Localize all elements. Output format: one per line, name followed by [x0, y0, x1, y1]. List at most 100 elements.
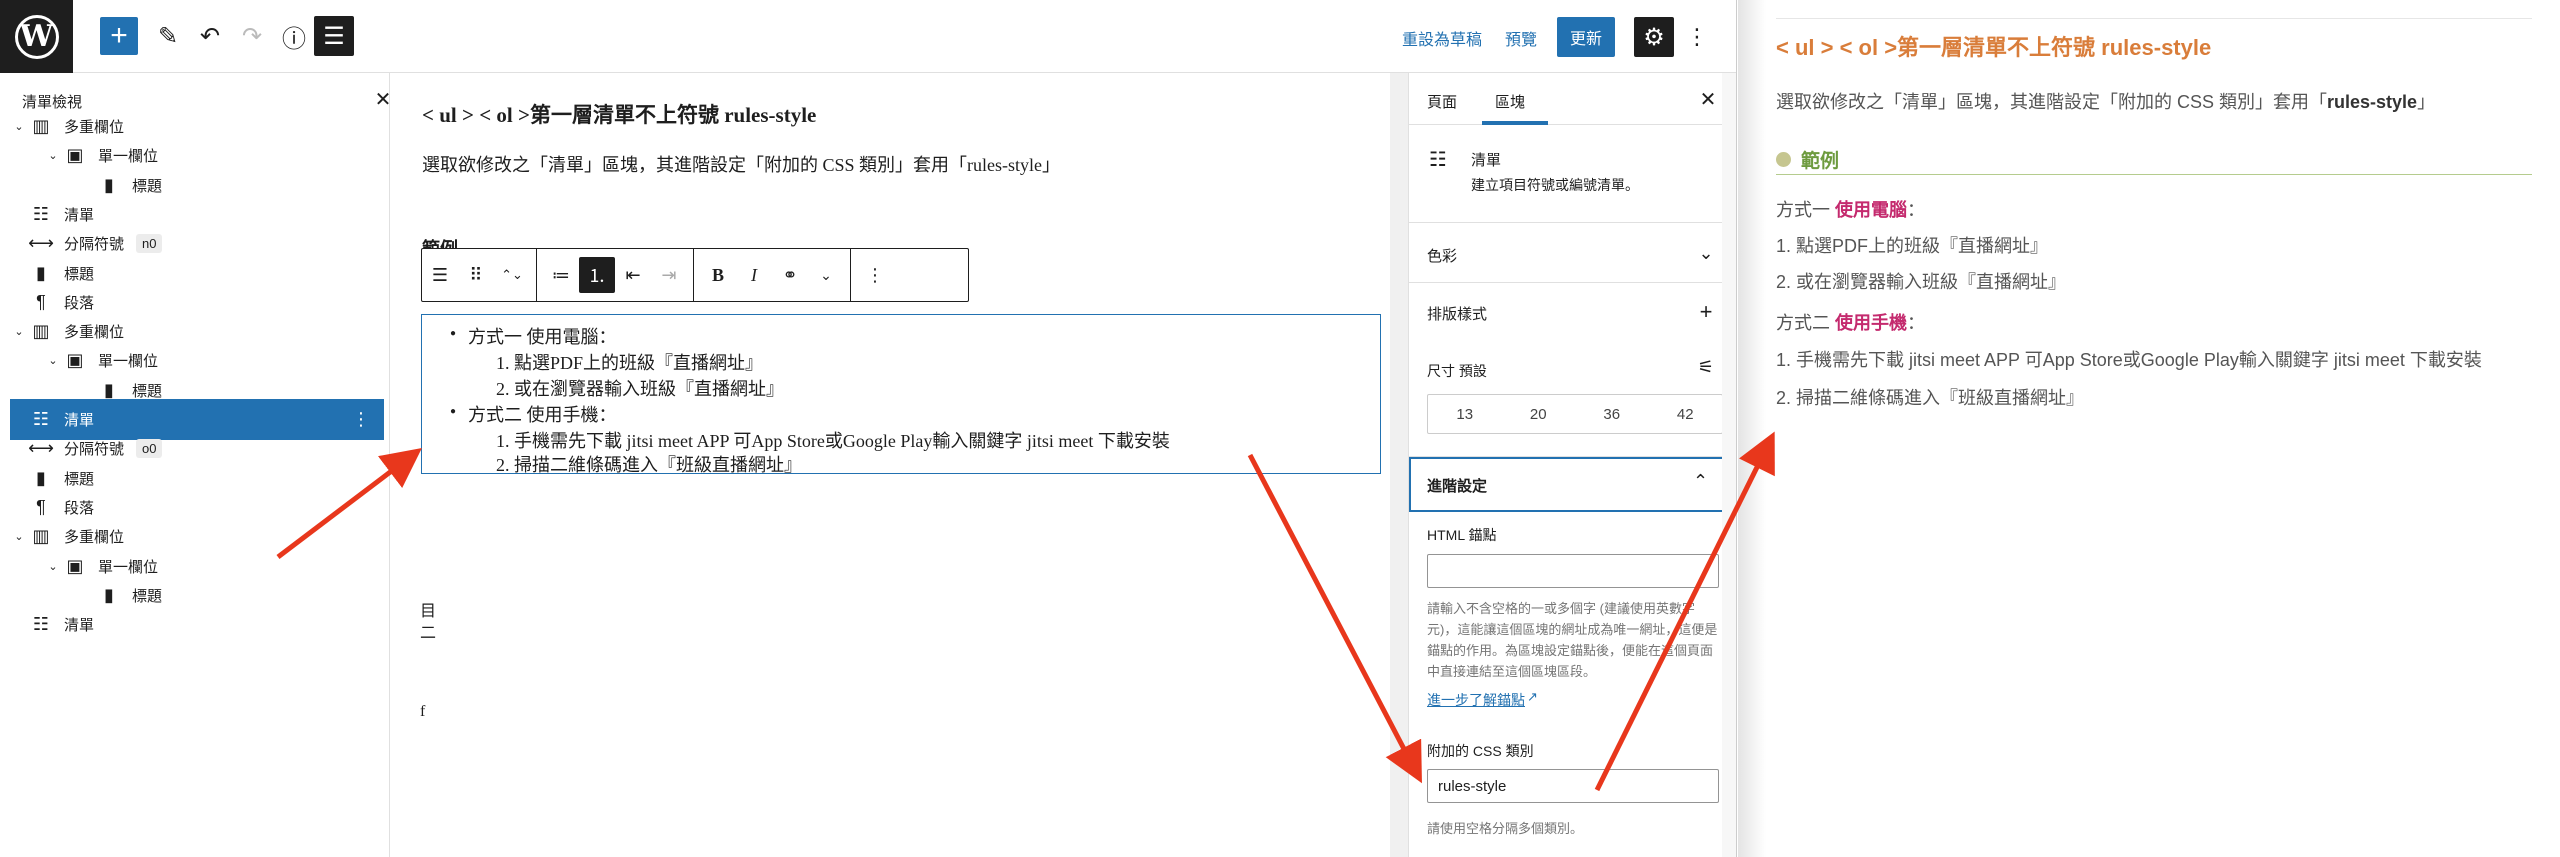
update-button[interactable]: 更新 — [1557, 17, 1615, 57]
list-text: 方式二 — [1776, 313, 1836, 333]
chevron-down-icon[interactable]: ⌄ — [1693, 243, 1719, 264]
paragraph-block[interactable]: 選取欲修改之「清單」區塊，其進階設定「附加的 CSS 類別」套用「rules-s… — [422, 151, 1060, 177]
font-size-option[interactable]: 42 — [1649, 395, 1723, 433]
chevron-down-icon[interactable]: ⌄ — [44, 149, 62, 162]
more-options-icon[interactable]: ⋮ — [1682, 17, 1712, 57]
font-size-option[interactable]: 36 — [1575, 395, 1649, 433]
move-up-down-icon[interactable]: ⌃⌄ — [494, 257, 530, 293]
unordered-list-icon[interactable]: ≔ — [543, 257, 579, 293]
list-item[interactable]: 方式一 使用電腦： — [450, 323, 616, 349]
custom-size-icon[interactable]: ⚟ — [1693, 357, 1719, 378]
close-icon[interactable]: ✕ — [1695, 87, 1721, 112]
advanced-panel-title: 進階設定 — [1427, 478, 1488, 495]
html-anchor-input[interactable] — [1427, 554, 1719, 588]
tab-page[interactable]: 頁面 — [1427, 91, 1457, 112]
editor-canvas: < ul > < ol >第一層清單不上符號 rules-style 選取欲修改… — [390, 73, 1390, 857]
list-view-item-label: 單一欄位 — [98, 353, 159, 371]
list-view-item-label: 單一欄位 — [98, 148, 159, 166]
chevron-down-icon[interactable]: ⌄ — [44, 560, 62, 573]
list-emphasis: 使用手機 — [1835, 313, 1908, 333]
list-item[interactable]: 1. 點選PDF上的班級『直播網址』 — [496, 349, 763, 375]
details-info-icon[interactable]: ⓘ — [274, 16, 314, 56]
preview-paragraph-bold: rules-style — [2327, 92, 2418, 112]
settings-gear-icon[interactable]: ⚙ — [1634, 17, 1674, 57]
chevron-down-icon[interactable]: ⌄ — [44, 354, 62, 367]
html-anchor-label: HTML 錨點 — [1427, 527, 1497, 543]
heading-dot-icon — [1776, 152, 1791, 167]
heading-block-icon: ▮ — [104, 174, 114, 195]
list-view-item-label: 多重欄位 — [64, 324, 125, 342]
learn-more-anchor-link[interactable]: 進一步了解錨點 — [1427, 690, 1525, 710]
block-options-icon[interactable]: ⋮ — [352, 409, 370, 430]
ordered-list-icon[interactable]: ⒈ — [579, 257, 615, 293]
css-class-input[interactable] — [1427, 769, 1719, 803]
bold-icon[interactable]: B — [700, 257, 736, 293]
plus-icon[interactable]: + — [1693, 299, 1719, 325]
preview-heading: 範例 — [1776, 146, 1839, 173]
list-block-icon: ☷ — [32, 409, 50, 429]
list-view-item-list[interactable]: ☷ 清單 — [10, 604, 384, 645]
heading-block-icon: ▮ — [36, 467, 46, 488]
advanced-panel-toggle[interactable]: 進階設定 ⌃ — [1409, 457, 1736, 512]
block-options-icon[interactable]: ⋮ — [857, 257, 893, 293]
anchor-badge: n0 — [136, 234, 163, 254]
canvas-scrollbar[interactable] — [1390, 73, 1408, 857]
indent-icon[interactable]: ⇥ — [651, 257, 687, 293]
sidebar-scrollbar[interactable] — [1722, 73, 1736, 857]
preview-list-item: 1. 點選PDF上的班級『直播網址』 — [1776, 236, 2049, 256]
redo-icon[interactable]: ↷ — [232, 16, 272, 56]
column-block-icon: ▣ — [66, 555, 84, 576]
chevron-down-icon[interactable]: ⌄ — [10, 530, 28, 543]
list-item[interactable]: 1. 手機需先下載 jitsi meet APP 可App Store或Goog… — [496, 427, 1170, 453]
list-view-item-label: 清單 — [64, 617, 95, 635]
list-block-selected[interactable]: 方式一 使用電腦： 1. 點選PDF上的班級『直播網址』 2. 或在瀏覽器輸入班… — [421, 314, 1381, 477]
preview-button[interactable]: 預覽 — [1505, 26, 1537, 50]
add-block-button[interactable]: + — [100, 17, 138, 55]
list-text: ： — [1907, 313, 1926, 333]
heading-block-icon: ▮ — [36, 262, 46, 283]
block-settings-sidebar: 頁面 區塊 ✕ ☷ 清單 建立項目符號或編號清單。 色彩 ⌄ 排版樣式 + 尺寸… — [1408, 73, 1736, 857]
more-formats-chevron-icon[interactable]: ⌄ — [808, 257, 844, 293]
list-view-item-label: 段落 — [64, 499, 95, 517]
clipped-text: 目 — [420, 603, 437, 620]
html-anchor-help: 請輸入不含空格的一或多個字 (建議使用英數字元)，這能讓這個區塊的網址成為唯一網… — [1427, 601, 1718, 679]
color-panel-title: 色彩 — [1427, 248, 1458, 265]
wordpress-icon: W — [14, 14, 59, 59]
font-size-picker: 13 20 36 42 — [1427, 394, 1723, 434]
preview-top-rule — [1776, 18, 2532, 19]
sidebar-tabs: 頁面 區塊 ✕ — [1409, 73, 1736, 125]
wordpress-logo-button[interactable]: W — [0, 0, 73, 73]
css-class-label: 附加的 CSS 類別 — [1427, 743, 1534, 759]
preview-list-item: 方式二 使用手機： — [1776, 309, 1925, 335]
undo-icon[interactable]: ↶ — [190, 16, 230, 56]
italic-icon[interactable]: I — [736, 257, 772, 293]
list-view-toggle-icon[interactable]: ☰ — [314, 16, 354, 56]
tools-pencil-icon[interactable]: ✎ — [148, 16, 188, 56]
preview-list-item: 1. 手機需先下載 jitsi meet APP 可App Store或Goog… — [1776, 350, 2482, 370]
list-view-item-label: 標題 — [64, 265, 95, 283]
chevron-down-icon[interactable]: ⌄ — [10, 120, 28, 133]
font-size-option[interactable]: 20 — [1502, 395, 1576, 433]
chevron-down-icon[interactable]: ⌄ — [10, 325, 28, 338]
font-size-option[interactable]: 13 — [1428, 395, 1502, 433]
color-panel[interactable]: 色彩 ⌄ — [1409, 223, 1736, 283]
list-item[interactable]: 方式二 使用手機： — [450, 401, 616, 427]
post-title[interactable]: < ul > < ol >第一層清單不上符號 rules-style — [422, 99, 816, 129]
chevron-up-icon[interactable]: ⌃ — [1693, 471, 1708, 492]
clipped-text: f — [420, 703, 426, 720]
list-view-panel: 清單檢視 ✕ ⌄ ▥ 多重欄位 ⌄ ▣ 單一欄位 ▮ 標題 ☷ 清單 ⟷ 分隔符號 n0 ▮ 標題 ¶ 段落 ⌄ ▥… — [0, 73, 391, 857]
list-block-type-icon[interactable]: ☰ — [422, 257, 458, 293]
list-item[interactable]: 2. 掃描二維條碼進入『班級直播網址』 — [496, 451, 802, 477]
preview-edge-shadow — [1738, 0, 1766, 857]
tab-block[interactable]: 區塊 — [1495, 91, 1525, 112]
outdent-icon[interactable]: ⇤ — [615, 257, 651, 293]
switch-to-draft-button[interactable]: 重設為草稿 — [1402, 26, 1482, 50]
list-text: ： — [1907, 200, 1926, 220]
list-view-item-label: 標題 — [132, 382, 163, 400]
frontend-preview — [1738, 0, 2560, 857]
list-item[interactable]: 2. 或在瀏覽器輸入班級『直播網址』 — [496, 375, 784, 401]
preview-paragraph: 選取欲修改之「清單」區塊，其進階設定「附加的 CSS 類別」套用「rules-s… — [1776, 88, 2435, 114]
block-card-description: 建立項目符號或編號清單。 — [1471, 177, 1639, 193]
drag-handle-icon[interactable]: ⠿ — [458, 257, 494, 293]
link-icon[interactable]: ⚭ — [772, 257, 808, 293]
